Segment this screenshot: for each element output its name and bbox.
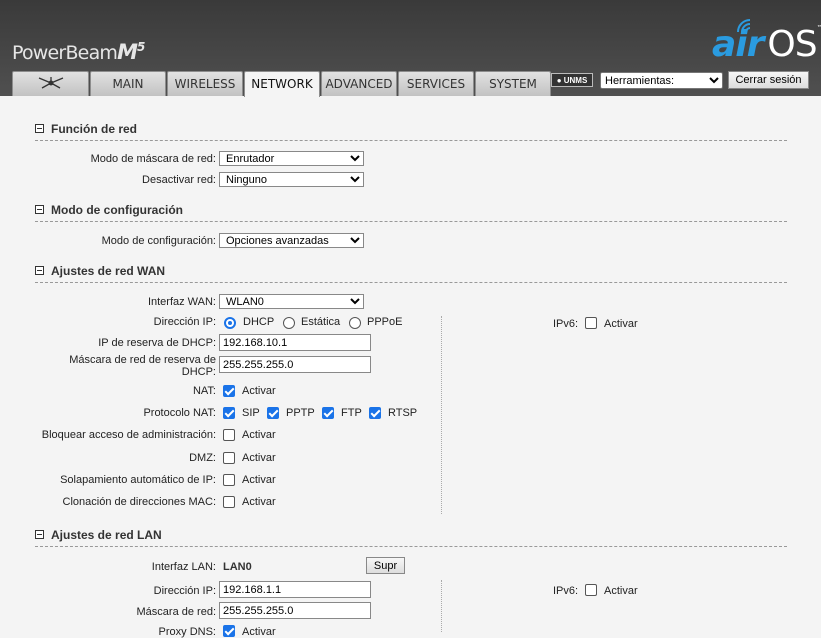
label-nat-protocol: Protocolo NAT: [143, 407, 216, 419]
unms-badge[interactable]: ● UNMS [551, 73, 593, 87]
radio-pppoe[interactable] [349, 317, 361, 329]
label-proxy-dns: Proxy DNS: [158, 626, 216, 638]
label-config-mode: Modo de configuración: [101, 235, 216, 247]
lan-ipv6-label: IPv6: [553, 585, 579, 597]
section-title: Ajustes de red WAN [51, 264, 166, 278]
section-config-mode: Modo de configuración [35, 203, 787, 222]
radio-dhcp[interactable] [224, 317, 236, 329]
wan-ipv6-label: IPv6: [553, 318, 579, 330]
tab-wireless[interactable]: WIRELESS [167, 71, 243, 96]
ip-aliasing-text: Activar [242, 474, 276, 486]
nat-checkbox[interactable] [223, 385, 235, 397]
lan-ip-input[interactable] [219, 581, 371, 598]
block-mgmt-checkbox[interactable] [223, 429, 235, 441]
section-title: Modo de configuración [51, 203, 183, 217]
tools-select[interactable]: Herramientas: [600, 72, 723, 89]
delete-lan-button[interactable]: Supr [366, 557, 405, 574]
label-dhcp-fallback-mask: Máscara de red de reserva de DHCP: [69, 354, 216, 378]
radio-static[interactable] [283, 317, 295, 329]
radio-pppoe-label: PPPoE [367, 316, 403, 328]
dmz-checkbox[interactable] [223, 452, 235, 464]
label-nat: NAT: [192, 385, 216, 397]
label-mac-clone: Clonación de direcciones MAC: [62, 496, 216, 508]
section-lan-settings: Ajustes de red LAN [35, 528, 787, 547]
lan-ipv6-text: Activar [604, 585, 638, 597]
lan-interface-value: LAN0 [223, 561, 252, 573]
radio-dhcp-label: DHCP [243, 316, 275, 328]
collapse-toggle-icon[interactable] [35, 205, 44, 214]
mask-mode-select[interactable]: Enrutador [219, 151, 364, 166]
section-network-function: Función de red [35, 122, 787, 141]
label-dhcp-fallback-ip: IP de reserva de DHCP: [98, 337, 216, 349]
ubiquiti-logo-icon [38, 77, 63, 89]
airos-logo: air OS™ [712, 19, 821, 65]
dmz-text: Activar [242, 452, 276, 464]
label-lan-interface: Interfaz LAN: [151, 561, 216, 573]
wifi-signal-icon [737, 19, 751, 33]
ip-aliasing-checkbox[interactable] [223, 474, 235, 486]
collapse-toggle-icon[interactable] [35, 266, 44, 275]
nat-sip-label: SIP [242, 407, 260, 419]
tab-advanced[interactable]: ADVANCED [321, 71, 397, 96]
header-bar: PowerBeamM5 air OS™ MAIN WIRELESS NETWORK… [0, 0, 821, 97]
nat-rtsp-checkbox[interactable] [369, 407, 381, 419]
device-name: PowerBeam [12, 42, 118, 64]
wan-interface-select[interactable]: WLAN0 [219, 294, 364, 309]
nat-enable-text: Activar [242, 385, 276, 397]
proxy-dns-text: Activar [242, 626, 276, 638]
config-mode-select[interactable]: Opciones avanzadas [219, 233, 364, 248]
label-block-mgmt: Bloquear acceso de administración: [41, 429, 216, 441]
label-wan-ip-mode: Dirección IP: [153, 316, 216, 328]
dhcp-fallback-mask-input[interactable] [219, 356, 371, 373]
column-divider [441, 316, 442, 514]
nat-pptp-checkbox[interactable] [267, 407, 279, 419]
nat-sip-checkbox[interactable] [223, 407, 235, 419]
column-divider [441, 580, 442, 632]
radio-static-label: Estática [301, 316, 341, 328]
lan-ipv6-checkbox[interactable] [585, 584, 597, 596]
mac-clone-text: Activar [242, 496, 276, 508]
collapse-toggle-icon[interactable] [35, 530, 44, 539]
collapse-toggle-icon[interactable] [35, 124, 44, 133]
nat-ftp-label: FTP [341, 407, 362, 419]
dhcp-fallback-ip-input[interactable] [219, 334, 371, 351]
wan-ipv6-text: Activar [604, 318, 638, 330]
device-model: M5 [117, 40, 145, 64]
label-ip-aliasing: Solapamiento automático de IP: [60, 474, 216, 486]
tab-system[interactable]: SYSTEM [475, 71, 551, 96]
label-disable-network: Desactivar red: [142, 174, 216, 186]
tab-network[interactable]: NETWORK [244, 71, 320, 97]
label-dmz: DMZ: [189, 452, 216, 464]
block-mgmt-text: Activar [242, 429, 276, 441]
device-brand: PowerBeamM5 [12, 40, 145, 64]
section-title: Función de red [51, 122, 138, 136]
label-lan-ip: Dirección IP: [153, 585, 216, 597]
logout-button[interactable]: Cerrar sesión [728, 71, 809, 89]
label-wan-interface: Interfaz WAN: [147, 296, 216, 308]
tab-services[interactable]: SERVICES [398, 71, 474, 96]
nat-pptp-label: PPTP [286, 407, 315, 419]
section-title: Ajustes de red LAN [51, 528, 162, 542]
proxy-dns-checkbox[interactable] [223, 625, 235, 637]
tab-main[interactable]: MAIN [90, 71, 166, 96]
lan-mask-input[interactable] [219, 602, 371, 619]
wan-ipv6-checkbox[interactable] [585, 317, 597, 329]
tab-ubiquiti-home[interactable] [12, 71, 89, 96]
nat-rtsp-label: RTSP [388, 407, 418, 419]
mac-clone-checkbox[interactable] [223, 496, 235, 508]
nat-ftp-checkbox[interactable] [322, 407, 334, 419]
label-lan-mask: Máscara de red: [136, 606, 216, 618]
label-mask-mode: Modo de máscara de red: [90, 153, 216, 165]
section-wan-settings: Ajustes de red WAN [35, 264, 787, 283]
disable-network-select[interactable]: Ninguno [219, 172, 364, 187]
